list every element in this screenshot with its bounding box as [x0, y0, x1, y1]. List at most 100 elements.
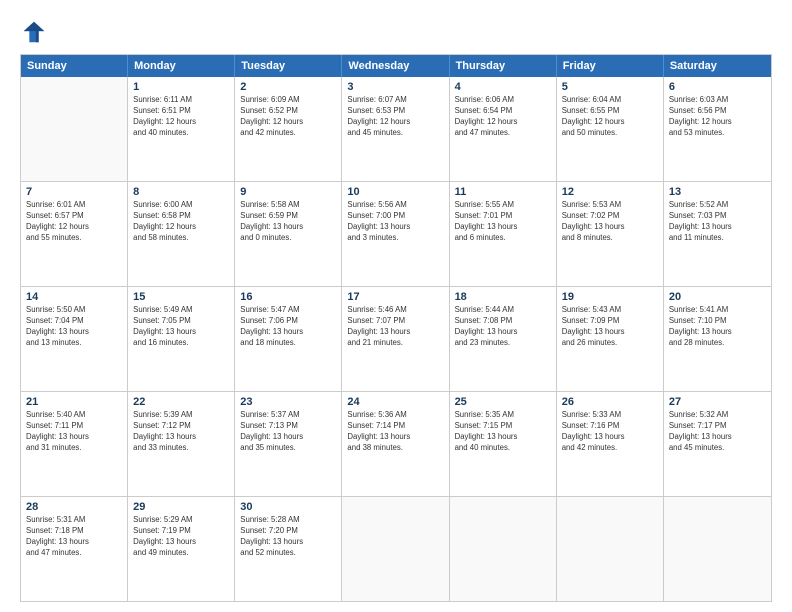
day-info: Sunrise: 5:50 AM Sunset: 7:04 PM Dayligh… [26, 305, 122, 349]
cal-cell [342, 497, 449, 601]
logo [20, 18, 52, 46]
day-info: Sunrise: 5:37 AM Sunset: 7:13 PM Dayligh… [240, 410, 336, 454]
cal-cell: 12 Sunrise: 5:53 AM Sunset: 7:02 PM Dayli… [557, 182, 664, 286]
day-number: 16 [240, 291, 336, 303]
day-info: Sunrise: 5:53 AM Sunset: 7:02 PM Dayligh… [562, 200, 658, 244]
cal-cell: 13 Sunrise: 5:52 AM Sunset: 7:03 PM Dayli… [664, 182, 771, 286]
day-number: 7 [26, 186, 122, 198]
day-number: 9 [240, 186, 336, 198]
day-number: 27 [669, 396, 766, 408]
day-info: Sunrise: 5:55 AM Sunset: 7:01 PM Dayligh… [455, 200, 551, 244]
day-number: 24 [347, 396, 443, 408]
day-info: Sunrise: 6:09 AM Sunset: 6:52 PM Dayligh… [240, 95, 336, 139]
day-info: Sunrise: 6:07 AM Sunset: 6:53 PM Dayligh… [347, 95, 443, 139]
header [20, 18, 772, 46]
day-number: 22 [133, 396, 229, 408]
cal-cell: 15 Sunrise: 5:49 AM Sunset: 7:05 PM Dayli… [128, 287, 235, 391]
day-info: Sunrise: 5:43 AM Sunset: 7:09 PM Dayligh… [562, 305, 658, 349]
day-number: 8 [133, 186, 229, 198]
day-info: Sunrise: 5:44 AM Sunset: 7:08 PM Dayligh… [455, 305, 551, 349]
cal-cell: 17Sunrise: 5:46 AM Sunset: 7:07 PM Dayli… [342, 287, 449, 391]
day-number: 26 [562, 396, 658, 408]
cal-cell: 26 Sunrise: 5:33 AM Sunset: 7:16 PM Dayli… [557, 392, 664, 496]
day-number: 23 [240, 396, 336, 408]
day-info: Sunrise: 5:40 AM Sunset: 7:11 PM Dayligh… [26, 410, 122, 454]
day-number: 25 [455, 396, 551, 408]
day-number: 6 [669, 81, 766, 93]
day-info: Sunrise: 6:00 AM Sunset: 6:58 PM Dayligh… [133, 200, 229, 244]
header-cell-sunday: Sunday [21, 55, 128, 77]
day-info: Sunrise: 5:49 AM Sunset: 7:05 PM Dayligh… [133, 305, 229, 349]
cal-cell: 22 Sunrise: 5:39 AM Sunset: 7:12 PM Dayli… [128, 392, 235, 496]
day-info: Sunrise: 5:41 AM Sunset: 7:10 PM Dayligh… [669, 305, 766, 349]
cal-cell: 3 Sunrise: 6:07 AM Sunset: 6:53 PM Daylig… [342, 77, 449, 181]
day-info: Sunrise: 5:52 AM Sunset: 7:03 PM Dayligh… [669, 200, 766, 244]
cal-cell: 20Sunrise: 5:41 AM Sunset: 7:10 PM Dayli… [664, 287, 771, 391]
cal-cell: 30Sunrise: 5:28 AM Sunset: 7:20 PM Dayli… [235, 497, 342, 601]
day-number: 14 [26, 291, 122, 303]
cal-cell: 4 Sunrise: 6:06 AM Sunset: 6:54 PM Daylig… [450, 77, 557, 181]
day-number: 1 [133, 81, 229, 93]
cal-cell: 19 Sunrise: 5:43 AM Sunset: 7:09 PM Dayli… [557, 287, 664, 391]
day-number: 18 [455, 291, 551, 303]
day-info: Sunrise: 5:56 AM Sunset: 7:00 PM Dayligh… [347, 200, 443, 244]
cal-cell: 1 Sunrise: 6:11 AM Sunset: 6:51 PM Daylig… [128, 77, 235, 181]
day-number: 2 [240, 81, 336, 93]
cal-cell: 10Sunrise: 5:56 AM Sunset: 7:00 PM Dayli… [342, 182, 449, 286]
cal-cell: 27Sunrise: 5:32 AM Sunset: 7:17 PM Dayli… [664, 392, 771, 496]
cal-cell: 14 Sunrise: 5:50 AM Sunset: 7:04 PM Dayli… [21, 287, 128, 391]
header-cell-wednesday: Wednesday [342, 55, 449, 77]
cal-cell [664, 497, 771, 601]
cal-cell: 11 Sunrise: 5:55 AM Sunset: 7:01 PM Dayli… [450, 182, 557, 286]
cal-cell: 29 Sunrise: 5:29 AM Sunset: 7:19 PM Dayli… [128, 497, 235, 601]
day-info: Sunrise: 6:04 AM Sunset: 6:55 PM Dayligh… [562, 95, 658, 139]
day-info: Sunrise: 5:46 AM Sunset: 7:07 PM Dayligh… [347, 305, 443, 349]
day-number: 5 [562, 81, 658, 93]
cal-row-4: 21 Sunrise: 5:40 AM Sunset: 7:11 PM Dayli… [21, 392, 771, 497]
day-number: 30 [240, 501, 336, 513]
cal-cell: 18 Sunrise: 5:44 AM Sunset: 7:08 PM Dayli… [450, 287, 557, 391]
day-number: 29 [133, 501, 229, 513]
calendar: SundayMondayTuesdayWednesdayThursdayFrid… [20, 54, 772, 602]
day-number: 4 [455, 81, 551, 93]
day-info: Sunrise: 5:39 AM Sunset: 7:12 PM Dayligh… [133, 410, 229, 454]
cal-cell: 2 Sunrise: 6:09 AM Sunset: 6:52 PM Daylig… [235, 77, 342, 181]
day-info: Sunrise: 5:33 AM Sunset: 7:16 PM Dayligh… [562, 410, 658, 454]
day-info: Sunrise: 6:03 AM Sunset: 6:56 PM Dayligh… [669, 95, 766, 139]
page: SundayMondayTuesdayWednesdayThursdayFrid… [0, 0, 792, 612]
cal-cell: 7Sunrise: 6:01 AM Sunset: 6:57 PM Daylig… [21, 182, 128, 286]
day-info: Sunrise: 6:06 AM Sunset: 6:54 PM Dayligh… [455, 95, 551, 139]
cal-cell: 9 Sunrise: 5:58 AM Sunset: 6:59 PM Daylig… [235, 182, 342, 286]
cal-cell: 23 Sunrise: 5:37 AM Sunset: 7:13 PM Dayli… [235, 392, 342, 496]
day-number: 15 [133, 291, 229, 303]
cal-cell [450, 497, 557, 601]
cal-row-1: 1 Sunrise: 6:11 AM Sunset: 6:51 PM Daylig… [21, 77, 771, 182]
cal-cell: 8 Sunrise: 6:00 AM Sunset: 6:58 PM Daylig… [128, 182, 235, 286]
cal-cell: 24Sunrise: 5:36 AM Sunset: 7:14 PM Dayli… [342, 392, 449, 496]
cal-cell [21, 77, 128, 181]
day-number: 3 [347, 81, 443, 93]
calendar-body: 1 Sunrise: 6:11 AM Sunset: 6:51 PM Daylig… [21, 77, 771, 601]
day-number: 13 [669, 186, 766, 198]
day-number: 12 [562, 186, 658, 198]
day-number: 21 [26, 396, 122, 408]
day-info: Sunrise: 5:31 AM Sunset: 7:18 PM Dayligh… [26, 515, 122, 559]
cal-row-3: 14 Sunrise: 5:50 AM Sunset: 7:04 PM Dayli… [21, 287, 771, 392]
cal-row-2: 7Sunrise: 6:01 AM Sunset: 6:57 PM Daylig… [21, 182, 771, 287]
cal-cell: 21 Sunrise: 5:40 AM Sunset: 7:11 PM Dayli… [21, 392, 128, 496]
day-info: Sunrise: 5:58 AM Sunset: 6:59 PM Dayligh… [240, 200, 336, 244]
day-info: Sunrise: 6:11 AM Sunset: 6:51 PM Dayligh… [133, 95, 229, 139]
day-number: 19 [562, 291, 658, 303]
calendar-header: SundayMondayTuesdayWednesdayThursdayFrid… [21, 55, 771, 77]
day-info: Sunrise: 5:35 AM Sunset: 7:15 PM Dayligh… [455, 410, 551, 454]
header-cell-monday: Monday [128, 55, 235, 77]
day-info: Sunrise: 5:47 AM Sunset: 7:06 PM Dayligh… [240, 305, 336, 349]
logo-icon [20, 18, 48, 46]
cal-cell: 25 Sunrise: 5:35 AM Sunset: 7:15 PM Dayli… [450, 392, 557, 496]
day-number: 11 [455, 186, 551, 198]
header-cell-saturday: Saturday [664, 55, 771, 77]
header-cell-tuesday: Tuesday [235, 55, 342, 77]
cal-cell: 28 Sunrise: 5:31 AM Sunset: 7:18 PM Dayli… [21, 497, 128, 601]
day-info: Sunrise: 5:29 AM Sunset: 7:19 PM Dayligh… [133, 515, 229, 559]
day-number: 28 [26, 501, 122, 513]
